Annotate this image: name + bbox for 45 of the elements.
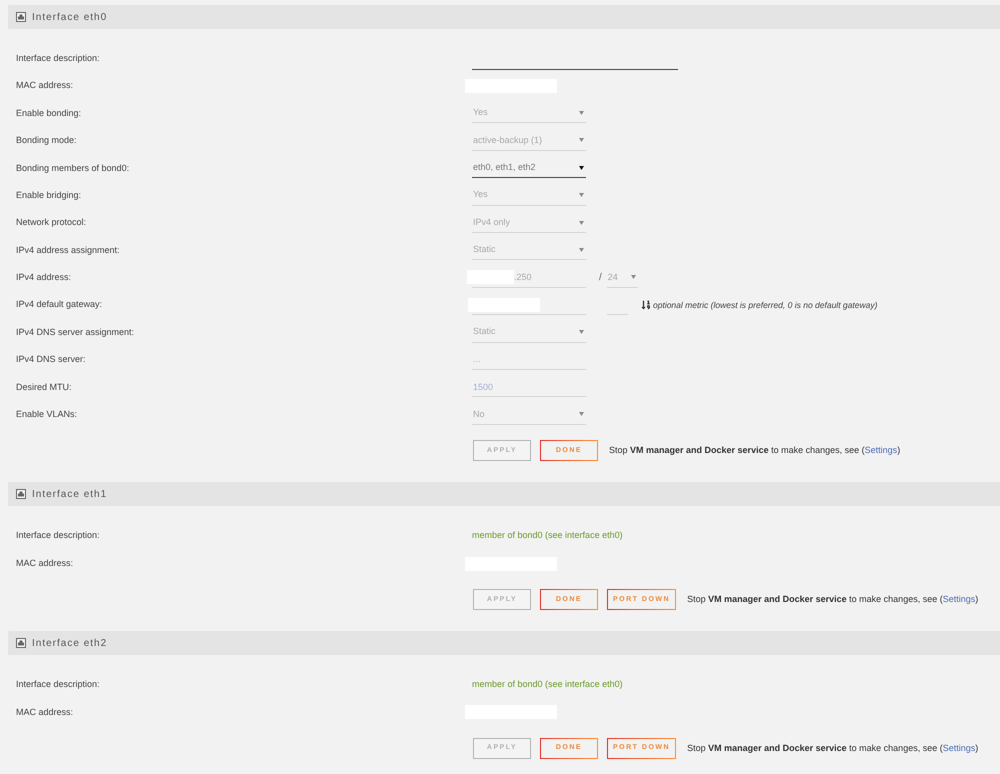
section-title: Interface eth2 [32, 636, 108, 651]
caret-icon [579, 166, 584, 170]
field-label: Enable bonding: [16, 106, 82, 120]
field-label: IPv4 address: [16, 271, 72, 284]
field-label: Interface description: [16, 529, 100, 542]
caret-icon [630, 275, 636, 280]
metric-note: optional metric (lowest is preferred, 0 is no default gateway) [653, 298, 878, 312]
port-icon [16, 489, 26, 500]
field-label: MAC address: [16, 706, 74, 719]
field-label: Bonding mode: [16, 134, 77, 148]
field-label: IPv4 DNS server assignment: [16, 326, 134, 339]
separator-text: / [599, 271, 602, 286]
caret-icon [579, 138, 584, 142]
field-label: Enable bridging: [16, 188, 82, 202]
caret-icon [579, 220, 584, 225]
field-label: MAC address: [16, 79, 74, 92]
field-label: MAC address: [16, 556, 74, 570]
field-label: Interface description: [16, 678, 100, 692]
member-info-text: member of bond0 (see interface eth0) [472, 529, 623, 542]
field-label: Desired MTU: [16, 380, 72, 394]
field-label: Interface description: [16, 52, 100, 65]
member-info-text: member of bond0 (see interface eth0) [472, 678, 623, 692]
sort-numeric-icon [641, 300, 651, 310]
settings-link[interactable]: Settings [942, 742, 976, 753]
field-label: IPv4 DNS server: [16, 353, 86, 366]
field-label: Enable VLANs: [16, 408, 78, 422]
section-title: Interface eth1 [32, 488, 108, 502]
field-label: Bonding members of bond0: [16, 162, 130, 175]
notice-text: Stop VM manager and Docker service to make changes, see (Settings) [687, 742, 978, 755]
settings-link[interactable]: Settings [864, 445, 898, 456]
field-label: IPv4 default gateway: [16, 298, 102, 312]
port-icon [16, 12, 26, 22]
notice-text: Stop VM manager and Docker service to make changes, see (Settings) [687, 593, 978, 606]
field-label: IPv4 address assignment: [16, 244, 120, 257]
field-label: Network protocol: [16, 216, 86, 230]
notice-text: Stop VM manager and Docker service to make changes, see (Settings) [609, 444, 900, 458]
caret-icon [579, 330, 584, 334]
section-title: Interface eth0 [32, 10, 108, 24]
dropdown[interactable]: eth0, eth1, eth2 [472, 158, 586, 178]
caret-icon [579, 412, 584, 416]
caret-icon [579, 193, 584, 198]
settings-link[interactable]: Settings [942, 594, 976, 604]
port-icon [16, 638, 26, 648]
caret-icon [579, 248, 584, 252]
caret-icon [579, 110, 584, 115]
